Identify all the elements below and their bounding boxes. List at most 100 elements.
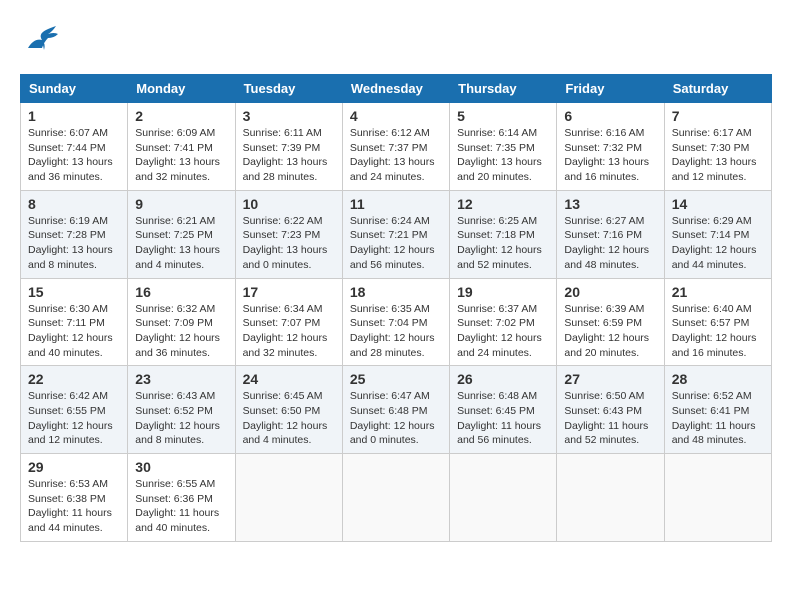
day-info: Sunrise: 6:27 AM Sunset: 7:16 PM Dayligh… [564, 214, 656, 273]
day-info: Sunrise: 6:14 AM Sunset: 7:35 PM Dayligh… [457, 126, 549, 185]
calendar-cell [235, 454, 342, 542]
calendar-header-friday: Friday [557, 75, 664, 103]
calendar-cell: 16Sunrise: 6:32 AM Sunset: 7:09 PM Dayli… [128, 278, 235, 366]
calendar-cell: 3 Sunrise: 6:11 AM Sunset: 7:39 PM Daylig… [235, 103, 342, 191]
calendar-cell: 28 Sunrise: 6:52 AM Sunset: 6:41 PM Dayli… [664, 366, 771, 454]
day-info: Sunrise: 6:45 AM Sunset: 6:50 PM Dayligh… [243, 389, 335, 448]
calendar-cell: 9 Sunrise: 6:21 AM Sunset: 7:25 PM Daylig… [128, 190, 235, 278]
calendar-cell: 18 Sunrise: 6:35 AM Sunset: 7:04 PM Dayli… [342, 278, 449, 366]
calendar-cell: 22 Sunrise: 6:42 AM Sunset: 6:55 PM Dayli… [21, 366, 128, 454]
calendar-cell: 30Sunrise: 6:55 AM Sunset: 6:36 PM Dayli… [128, 454, 235, 542]
day-info: Sunrise: 6:50 AM Sunset: 6:43 PM Dayligh… [564, 389, 656, 448]
day-info: Sunrise: 6:24 AM Sunset: 7:21 PM Dayligh… [350, 214, 442, 273]
day-info: Sunrise: 6:30 AM Sunset: 7:11 PM Dayligh… [28, 302, 120, 361]
calendar-cell [450, 454, 557, 542]
day-number: 5 [457, 108, 549, 124]
day-info: Sunrise: 6:16 AM Sunset: 7:32 PM Dayligh… [564, 126, 656, 185]
calendar-cell: 19Sunrise: 6:37 AM Sunset: 7:02 PM Dayli… [450, 278, 557, 366]
calendar-cell: 14 Sunrise: 6:29 AM Sunset: 7:14 PM Dayli… [664, 190, 771, 278]
calendar-cell: 17 Sunrise: 6:34 AM Sunset: 7:07 PM Dayli… [235, 278, 342, 366]
day-number: 24 [243, 371, 335, 387]
day-number: 26 [457, 371, 549, 387]
calendar-table: SundayMondayTuesdayWednesdayThursdayFrid… [20, 74, 772, 542]
day-number: 14 [672, 196, 764, 212]
calendar-header-saturday: Saturday [664, 75, 771, 103]
day-info: Sunrise: 6:52 AM Sunset: 6:41 PM Dayligh… [672, 389, 764, 448]
day-number: 22 [28, 371, 120, 387]
day-info: Sunrise: 6:22 AM Sunset: 7:23 PM Dayligh… [243, 214, 335, 273]
day-info: Sunrise: 6:34 AM Sunset: 7:07 PM Dayligh… [243, 302, 335, 361]
day-info: Sunrise: 6:12 AM Sunset: 7:37 PM Dayligh… [350, 126, 442, 185]
day-info: Sunrise: 6:21 AM Sunset: 7:25 PM Dayligh… [135, 214, 227, 273]
calendar-week-1: 1 Sunrise: 6:07 AM Sunset: 7:44 PM Daylig… [21, 103, 772, 191]
calendar-week-5: 29Sunrise: 6:53 AM Sunset: 6:38 PM Dayli… [21, 454, 772, 542]
calendar-cell [664, 454, 771, 542]
day-info: Sunrise: 6:42 AM Sunset: 6:55 PM Dayligh… [28, 389, 120, 448]
calendar-cell: 8 Sunrise: 6:19 AM Sunset: 7:28 PM Daylig… [21, 190, 128, 278]
day-info: Sunrise: 6:19 AM Sunset: 7:28 PM Dayligh… [28, 214, 120, 273]
calendar-cell: 23 Sunrise: 6:43 AM Sunset: 6:52 PM Dayli… [128, 366, 235, 454]
day-info: Sunrise: 6:39 AM Sunset: 6:59 PM Dayligh… [564, 302, 656, 361]
calendar-cell: 4 Sunrise: 6:12 AM Sunset: 7:37 PM Daylig… [342, 103, 449, 191]
logo-icon [20, 20, 64, 64]
calendar-cell: 6 Sunrise: 6:16 AM Sunset: 7:32 PM Daylig… [557, 103, 664, 191]
day-number: 1 [28, 108, 120, 124]
calendar-header-thursday: Thursday [450, 75, 557, 103]
calendar-cell: 1 Sunrise: 6:07 AM Sunset: 7:44 PM Daylig… [21, 103, 128, 191]
day-info: Sunrise: 6:07 AM Sunset: 7:44 PM Dayligh… [28, 126, 120, 185]
calendar-week-2: 8 Sunrise: 6:19 AM Sunset: 7:28 PM Daylig… [21, 190, 772, 278]
calendar-cell: 25 Sunrise: 6:47 AM Sunset: 6:48 PM Dayli… [342, 366, 449, 454]
day-number: 12 [457, 196, 549, 212]
calendar-cell: 11Sunrise: 6:24 AM Sunset: 7:21 PM Dayli… [342, 190, 449, 278]
day-number: 4 [350, 108, 442, 124]
page-header [20, 20, 772, 64]
calendar-week-4: 22 Sunrise: 6:42 AM Sunset: 6:55 PM Dayli… [21, 366, 772, 454]
calendar-cell: 2 Sunrise: 6:09 AM Sunset: 7:41 PM Daylig… [128, 103, 235, 191]
calendar-cell: 7 Sunrise: 6:17 AM Sunset: 7:30 PM Daylig… [664, 103, 771, 191]
day-number: 27 [564, 371, 656, 387]
calendar-header-sunday: Sunday [21, 75, 128, 103]
day-number: 20 [564, 284, 656, 300]
day-number: 18 [350, 284, 442, 300]
day-number: 23 [135, 371, 227, 387]
day-number: 2 [135, 108, 227, 124]
day-number: 3 [243, 108, 335, 124]
calendar-header-tuesday: Tuesday [235, 75, 342, 103]
day-number: 30 [135, 459, 227, 475]
day-number: 19 [457, 284, 549, 300]
calendar-cell: 20 Sunrise: 6:39 AM Sunset: 6:59 PM Dayli… [557, 278, 664, 366]
day-info: Sunrise: 6:25 AM Sunset: 7:18 PM Dayligh… [457, 214, 549, 273]
calendar-cell: 12 Sunrise: 6:25 AM Sunset: 7:18 PM Dayli… [450, 190, 557, 278]
calendar-week-3: 15Sunrise: 6:30 AM Sunset: 7:11 PM Dayli… [21, 278, 772, 366]
day-number: 28 [672, 371, 764, 387]
calendar-cell: 13 Sunrise: 6:27 AM Sunset: 7:16 PM Dayli… [557, 190, 664, 278]
day-info: Sunrise: 6:17 AM Sunset: 7:30 PM Dayligh… [672, 126, 764, 185]
day-number: 25 [350, 371, 442, 387]
day-info: Sunrise: 6:11 AM Sunset: 7:39 PM Dayligh… [243, 126, 335, 185]
day-number: 13 [564, 196, 656, 212]
day-number: 9 [135, 196, 227, 212]
calendar-header-row: SundayMondayTuesdayWednesdayThursdayFrid… [21, 75, 772, 103]
calendar-cell: 26Sunrise: 6:48 AM Sunset: 6:45 PM Dayli… [450, 366, 557, 454]
day-number: 6 [564, 108, 656, 124]
logo [20, 20, 68, 64]
day-number: 10 [243, 196, 335, 212]
calendar-header-wednesday: Wednesday [342, 75, 449, 103]
calendar-cell: 15Sunrise: 6:30 AM Sunset: 7:11 PM Dayli… [21, 278, 128, 366]
day-number: 8 [28, 196, 120, 212]
day-info: Sunrise: 6:35 AM Sunset: 7:04 PM Dayligh… [350, 302, 442, 361]
day-number: 17 [243, 284, 335, 300]
calendar-cell: 24 Sunrise: 6:45 AM Sunset: 6:50 PM Dayli… [235, 366, 342, 454]
calendar-cell: 10 Sunrise: 6:22 AM Sunset: 7:23 PM Dayli… [235, 190, 342, 278]
day-info: Sunrise: 6:47 AM Sunset: 6:48 PM Dayligh… [350, 389, 442, 448]
calendar-cell: 27 Sunrise: 6:50 AM Sunset: 6:43 PM Dayli… [557, 366, 664, 454]
day-number: 7 [672, 108, 764, 124]
calendar-cell: 21Sunrise: 6:40 AM Sunset: 6:57 PM Dayli… [664, 278, 771, 366]
day-info: Sunrise: 6:09 AM Sunset: 7:41 PM Dayligh… [135, 126, 227, 185]
day-info: Sunrise: 6:29 AM Sunset: 7:14 PM Dayligh… [672, 214, 764, 273]
day-info: Sunrise: 6:53 AM Sunset: 6:38 PM Dayligh… [28, 477, 120, 536]
day-info: Sunrise: 6:40 AM Sunset: 6:57 PM Dayligh… [672, 302, 764, 361]
calendar-cell [342, 454, 449, 542]
day-info: Sunrise: 6:43 AM Sunset: 6:52 PM Dayligh… [135, 389, 227, 448]
calendar-cell: 5 Sunrise: 6:14 AM Sunset: 7:35 PM Daylig… [450, 103, 557, 191]
